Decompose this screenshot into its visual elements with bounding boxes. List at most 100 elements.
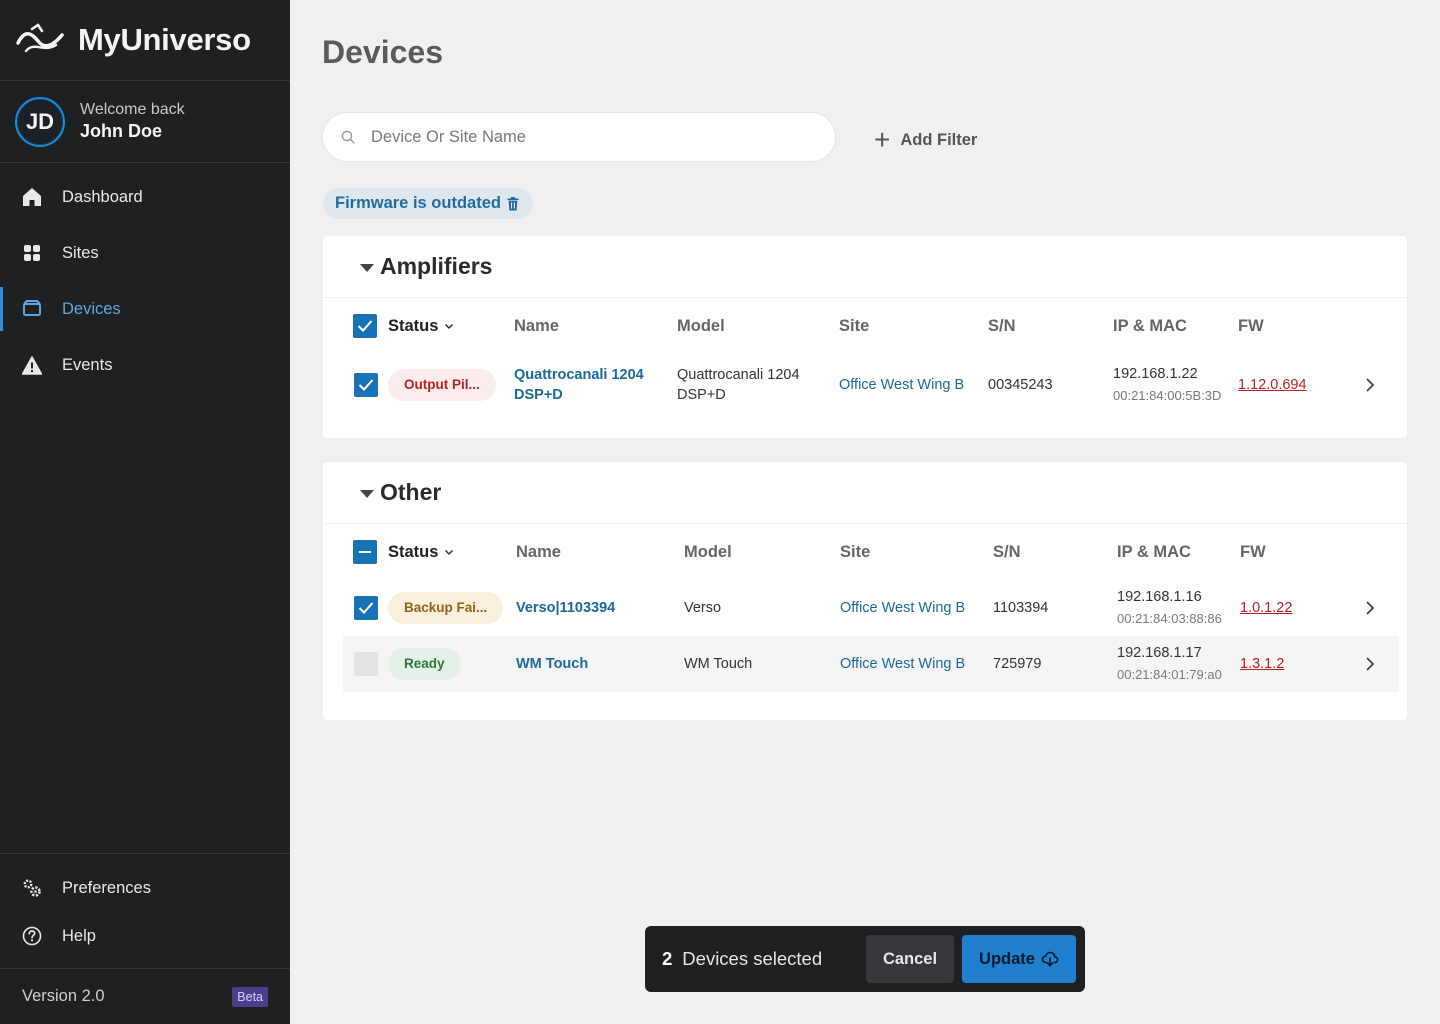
table-header: Status Name Model Site S/N IP & MAC FW — [323, 298, 1407, 354]
search-input[interactable] — [371, 127, 791, 147]
sn-cell: 1103394 — [993, 600, 1049, 616]
firmware-link[interactable]: 1.0.1.22 — [1240, 598, 1292, 618]
select-all-checkbox[interactable] — [353, 540, 377, 564]
column-model: Model — [684, 542, 732, 561]
sidebar: MyUniverso JD Welcome back John Doe Dash… — [0, 0, 290, 1024]
nav-label-events: Events — [62, 355, 113, 374]
update-button[interactable]: Update — [962, 935, 1076, 983]
chevron-down-icon — [445, 323, 454, 330]
column-model: Model — [677, 316, 725, 335]
cancel-button[interactable]: Cancel — [866, 935, 954, 983]
group-header[interactable]: Other — [323, 462, 1407, 524]
ip-address: 192.168.1.22 — [1113, 366, 1198, 382]
ip-mac-cell: 192.168.1.16 00:21:84:03:88:86 — [1117, 580, 1222, 636]
column-ip-mac: IP & MAC — [1113, 316, 1187, 335]
nav-item-sites[interactable]: Sites — [0, 225, 290, 281]
column-name: Name — [514, 316, 559, 335]
row-checkbox[interactable] — [354, 373, 378, 397]
device-name-link[interactable]: WM Touch — [516, 654, 588, 674]
model-cell: Quattrocanali 1204 DSP+D — [677, 367, 800, 403]
column-status-label: Status — [388, 542, 439, 561]
check-icon — [358, 379, 374, 391]
row-checkbox[interactable] — [354, 596, 378, 620]
device-name-link[interactable]: Verso|1103394 — [516, 598, 615, 618]
check-icon — [358, 602, 374, 614]
column-name: Name — [516, 542, 561, 561]
selection-bar: 2 Devices selected Cancel Update — [645, 926, 1085, 992]
model-cell: WM Touch — [684, 656, 753, 672]
column-fw: FW — [1238, 316, 1264, 335]
add-filter-button[interactable]: + Add Filter — [874, 124, 978, 155]
chevron-right-icon[interactable] — [1361, 655, 1379, 673]
brand[interactable]: MyUniverso — [0, 0, 290, 81]
search-box[interactable] — [323, 113, 835, 161]
status-cell: Ready — [388, 636, 461, 692]
column-status-label: Status — [388, 316, 439, 335]
site-cell: Office West Wing B — [840, 636, 965, 692]
check-icon — [357, 320, 373, 332]
row-checkbox[interactable] — [354, 652, 378, 676]
nav-item-dashboard[interactable]: Dashboard — [0, 169, 290, 225]
add-filter-label: Add Filter — [900, 130, 978, 149]
mac-address: 00:21:84:01:79:a0 — [1117, 667, 1222, 682]
device-name-link[interactable]: Quattrocanali 1204 DSP+D — [514, 365, 664, 405]
group-header[interactable]: Amplifiers — [323, 236, 1407, 298]
ip-mac-cell: 192.168.1.17 00:21:84:01:79:a0 — [1117, 636, 1222, 692]
sn-cell: 725979 — [993, 656, 1042, 672]
nav-item-preferences[interactable]: Preferences — [0, 864, 290, 912]
column-status[interactable]: Status — [388, 298, 454, 354]
nav-label-devices: Devices — [62, 299, 121, 318]
column-fw: FW — [1240, 542, 1266, 561]
firmware-link[interactable]: 1.3.1.2 — [1240, 654, 1284, 674]
version-label: Version 2.0 — [22, 987, 105, 1005]
site-cell: Office West Wing B — [840, 580, 965, 636]
nav-item-help[interactable]: Help — [0, 912, 290, 960]
device-icon — [22, 299, 42, 319]
home-icon — [22, 187, 42, 207]
site-link[interactable]: Office West Wing B — [840, 654, 965, 674]
nav-item-devices[interactable]: Devices — [0, 281, 290, 337]
chevron-right-icon[interactable] — [1361, 376, 1379, 394]
version-footer: Version 2.0 Beta — [0, 968, 290, 1024]
table-row[interactable]: Backup Fai... Verso|1103394 Verso Office… — [323, 580, 1407, 636]
trash-icon[interactable] — [507, 196, 519, 211]
mac-address: 00:21:84:03:88:86 — [1117, 611, 1222, 626]
gears-icon — [22, 878, 42, 898]
status-badge: Output Pil... — [388, 369, 496, 401]
nav-label-help: Help — [62, 926, 96, 945]
select-all-checkbox[interactable] — [353, 314, 377, 338]
nav-item-events[interactable]: Events — [0, 337, 290, 393]
selection-count: 2 — [662, 948, 673, 969]
caret-down-icon — [360, 489, 374, 498]
fw-cell: 1.3.1.2 — [1240, 636, 1284, 692]
site-cell: Office West Wing B — [839, 350, 964, 420]
user-name: John Doe — [80, 121, 163, 141]
filter-chip[interactable]: Firmware is outdated — [323, 188, 533, 219]
group-card-other: Other Status Name Model Site S/N IP & MA… — [323, 462, 1407, 720]
warning-icon — [22, 355, 42, 375]
group-card-amplifiers: Amplifiers Status Name Model Site S/N IP… — [323, 236, 1407, 438]
ip-mac-cell: 192.168.1.22 00:21:84:00:5B:3D — [1113, 350, 1221, 420]
status-badge: Backup Fai... — [388, 592, 504, 624]
grid-icon — [22, 243, 42, 263]
status-cell: Backup Fai... — [388, 580, 504, 636]
update-button-label: Update — [979, 949, 1035, 968]
firmware-link[interactable]: 1.12.0.694 — [1238, 375, 1307, 395]
table-row[interactable]: Output Pil... Quattrocanali 1204 DSP+D Q… — [323, 350, 1407, 420]
column-status[interactable]: Status — [388, 524, 454, 580]
fw-cell: 1.12.0.694 — [1238, 350, 1307, 420]
user-panel[interactable]: JD Welcome back John Doe — [0, 81, 290, 163]
search-icon — [341, 130, 355, 144]
help-icon — [22, 926, 42, 946]
brand-name: MyUniverso — [78, 22, 251, 57]
status-badge: Ready — [388, 648, 461, 680]
mac-address: 00:21:84:00:5B:3D — [1113, 388, 1222, 403]
table-row[interactable]: Ready WM Touch WM Touch Office West Wing… — [343, 636, 1399, 692]
caret-down-icon — [360, 263, 374, 272]
welcome-text: Welcome back — [80, 101, 185, 118]
site-link[interactable]: Office West Wing B — [840, 598, 965, 618]
column-site: Site — [840, 542, 871, 561]
site-link[interactable]: Office West Wing B — [839, 375, 964, 395]
plus-icon: + — [874, 124, 891, 155]
chevron-right-icon[interactable] — [1361, 599, 1379, 617]
